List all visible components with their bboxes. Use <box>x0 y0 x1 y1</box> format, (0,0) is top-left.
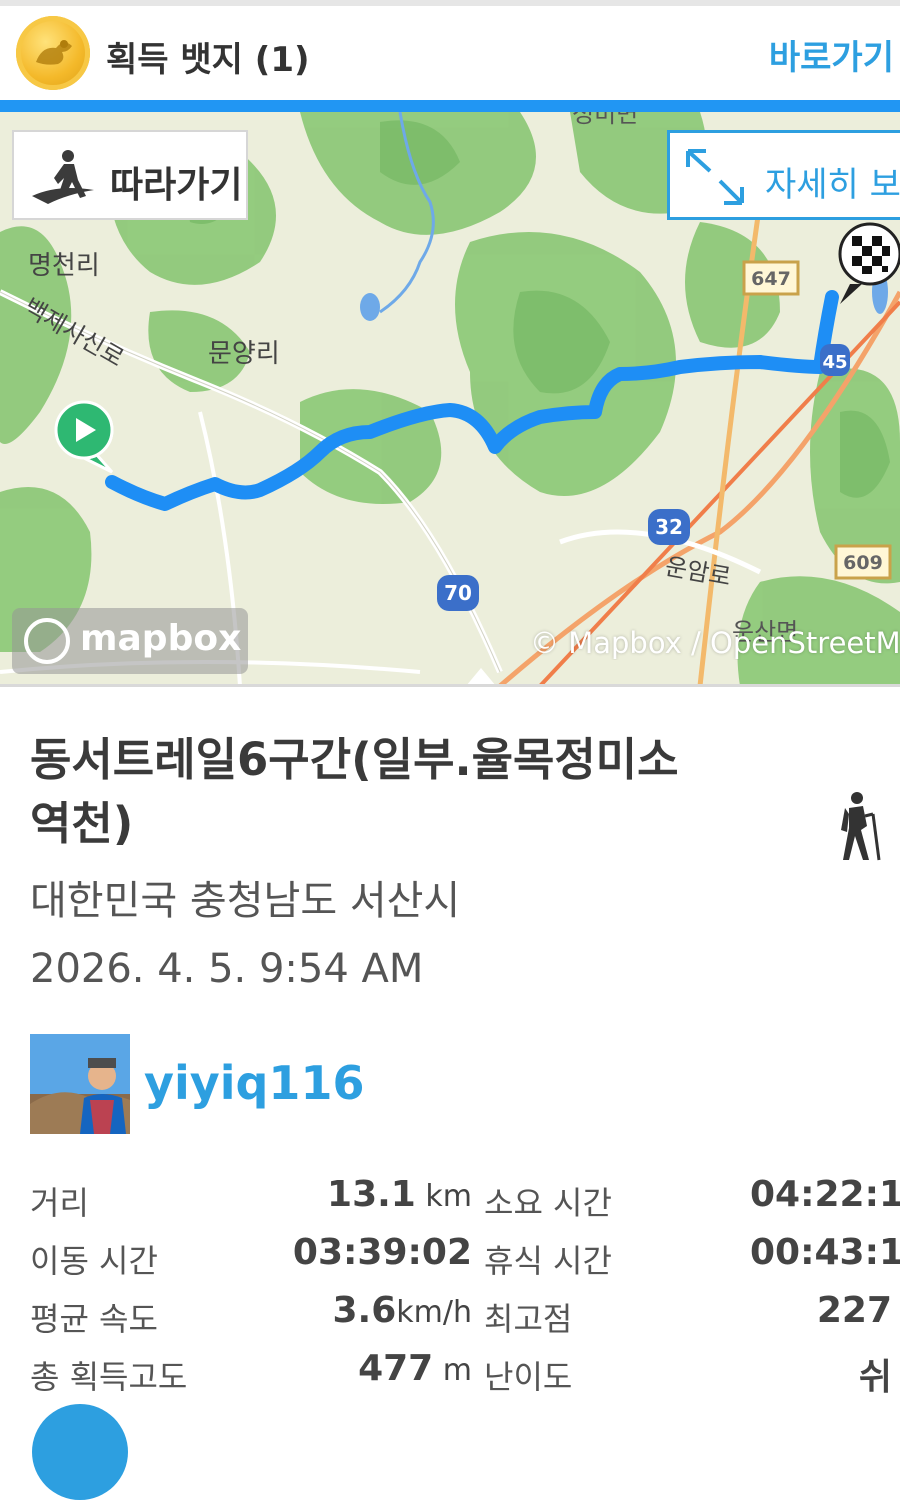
stat-label-difficulty: 난이도 <box>484 1358 573 1396</box>
walker-icon <box>28 148 98 208</box>
stat-label-elevation-gain: 총 획득고도 <box>30 1358 188 1396</box>
stats-row: 이동 시간 03:39:02 휴식 시간 00:43:1 <box>0 1228 900 1284</box>
floating-action-button[interactable] <box>32 1404 128 1500</box>
route-shield-609: 609 <box>834 544 892 580</box>
badge-bar[interactable]: 획득 뱃지 (1) 바로가기 <box>0 6 900 100</box>
route-shield-70: 70 <box>437 575 479 611</box>
medal-icon <box>16 16 90 90</box>
badge-shortcut-link[interactable]: 바로가기 <box>769 30 894 79</box>
stat-value-max-elevation: 227 <box>816 1290 892 1331</box>
follow-label: 따라가기 <box>110 165 243 206</box>
stat-label-avg-speed: 평균 속도 <box>30 1300 158 1338</box>
place-label-myeongcheon: 명천리 <box>28 251 100 281</box>
trail-title: 동서트레일6구간(일부.율목정미소 역천) <box>30 728 730 856</box>
route-shield-32: 32 <box>648 509 690 545</box>
stat-value-avg-speed: 3.6km/h <box>332 1290 473 1331</box>
follow-button[interactable]: 따라가기 <box>12 130 248 220</box>
mapbox-logo[interactable]: mapbox <box>12 608 248 674</box>
badge-title: 획득 뱃지 (1) <box>106 40 310 80</box>
stat-label-rest-time: 휴식 시간 <box>484 1242 612 1280</box>
avatar[interactable] <box>30 1034 130 1134</box>
stat-label-max-elevation: 최고점 <box>484 1300 573 1338</box>
stat-value-moving-time: 03:39:02 <box>292 1232 472 1273</box>
route-shield-45: 45 <box>820 344 850 376</box>
place-label-top: 성미면 <box>572 112 638 128</box>
hiking-icon <box>835 790 887 862</box>
stat-value-difficulty: 쉬 <box>858 1357 892 1398</box>
stat-value-total-time: 04:22:1 <box>750 1174 900 1215</box>
view-detail-button[interactable]: 자세히 보 <box>667 130 900 220</box>
expand-icon <box>682 145 748 209</box>
svg-text:32: 32 <box>655 515 683 539</box>
stats-row: 평균 속도 3.6km/h 최고점 227 <box>0 1286 900 1342</box>
svg-text:45: 45 <box>822 352 847 373</box>
view-detail-label: 자세히 보 <box>765 165 900 205</box>
stat-label-total-time: 소요 시간 <box>484 1184 612 1222</box>
trail-date: 2026. 4. 5. 9:54 AM <box>30 946 424 992</box>
map-divider <box>0 684 900 687</box>
trail-title-line-2: 역천) <box>30 797 134 850</box>
svg-text:609: 609 <box>843 552 883 574</box>
header-accent-line <box>0 100 900 112</box>
stats-row: 거리 13.1 km 소요 시간 04:22:1 <box>0 1170 900 1226</box>
route-map[interactable]: 70 32 647 609 45 명천리 백제사신로 문양리 운암로 성미면 운… <box>0 112 900 686</box>
trail-title-line-1: 동서트레일6구간(일부.율목정미소 <box>30 733 679 786</box>
username-link[interactable]: yiyiq116 <box>144 1056 364 1110</box>
place-label-munyang: 문양리 <box>208 339 280 369</box>
svg-text:647: 647 <box>751 268 791 290</box>
stat-label-moving-time: 이동 시간 <box>30 1242 158 1280</box>
mapbox-logo-text: mapbox <box>80 618 242 659</box>
trail-location: 대한민국 충청남도 서산시 <box>30 878 461 924</box>
route-shield-647: 647 <box>742 260 800 296</box>
stat-value-distance: 13.1 km <box>327 1174 472 1215</box>
stat-label-distance: 거리 <box>30 1184 89 1222</box>
stat-value-elevation-gain: 477 m <box>358 1348 472 1389</box>
stats-row: 총 획득고도 477 m 난이도 쉬 <box>0 1344 900 1400</box>
mapbox-logo-icon <box>24 618 70 664</box>
map-attribution[interactable]: © Mapbox / OpenStreetMa <box>530 626 900 660</box>
svg-text:70: 70 <box>444 581 472 605</box>
stat-value-rest-time: 00:43:1 <box>750 1232 900 1273</box>
